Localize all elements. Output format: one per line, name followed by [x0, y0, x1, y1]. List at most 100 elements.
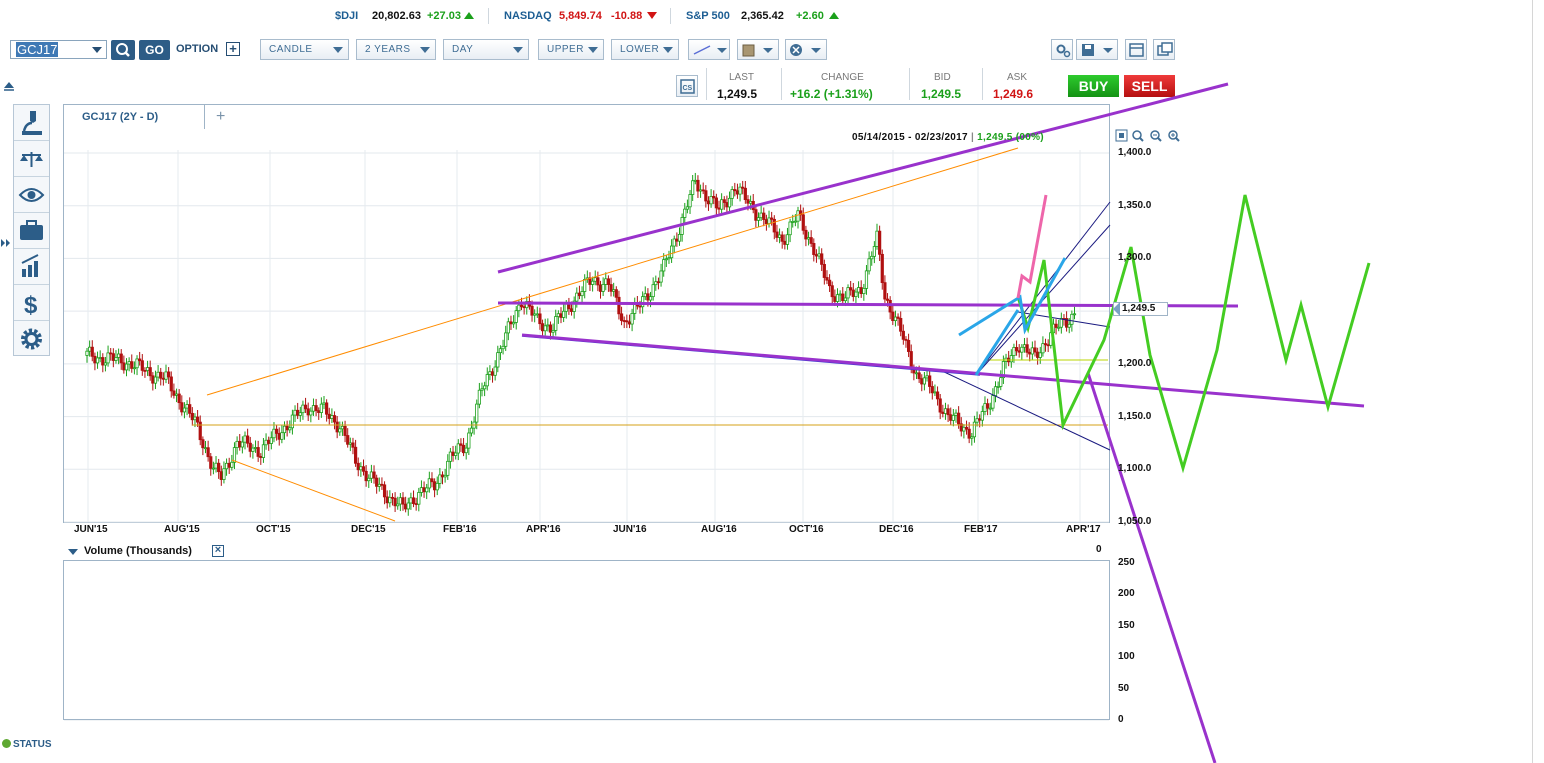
price-marker-arrow-icon [1113, 302, 1120, 316]
candle-body [388, 496, 392, 504]
candle-body [735, 190, 740, 195]
candle-body [380, 483, 384, 486]
candle-body [672, 238, 676, 247]
candle-body [172, 390, 176, 396]
candle-body [759, 212, 763, 219]
candle-body [414, 503, 418, 505]
candle-body [93, 355, 97, 364]
candle-body [1017, 350, 1021, 353]
candle-body [662, 259, 666, 272]
candle-body [604, 278, 608, 285]
candle-body [996, 386, 1000, 388]
candle-body [701, 189, 705, 192]
candle-body [870, 255, 874, 260]
candle-body [393, 497, 397, 507]
volume-panel[interactable] [63, 560, 1110, 720]
candle-body [367, 477, 371, 482]
tab-chart-gcj17[interactable]: GCJ17 (2Y - D) [63, 104, 205, 129]
candle-body [88, 346, 92, 352]
candle-body [409, 497, 413, 504]
candle-body [770, 217, 774, 220]
candle-body [288, 427, 292, 431]
candle-body [638, 305, 642, 308]
candle-body [964, 426, 969, 430]
price-tick-label: 1,400.0 [1118, 147, 1152, 158]
candle-body [648, 296, 653, 301]
candle-body [159, 371, 163, 379]
candle-body [145, 367, 150, 371]
candle-body [801, 214, 805, 231]
candle-body [219, 471, 223, 480]
candle-body [796, 210, 800, 222]
candle-body [1059, 318, 1063, 328]
candle-body [764, 219, 769, 225]
candle-body [440, 474, 445, 478]
candle-body [122, 362, 126, 371]
candle-body [630, 313, 634, 325]
candle-body [593, 277, 597, 282]
candle-body [385, 496, 389, 504]
candle-body [709, 195, 713, 205]
candle-body [612, 289, 616, 292]
candle-body [361, 466, 366, 472]
candle-body [872, 246, 876, 257]
candle-body [404, 503, 408, 510]
candle-body [311, 405, 316, 412]
candle-body [390, 496, 395, 499]
candle-body [206, 447, 210, 458]
candle-body [841, 293, 845, 302]
candle-body [443, 474, 447, 478]
candle-body [717, 207, 721, 210]
candle-body [967, 428, 971, 439]
candle-body [340, 425, 345, 430]
collapse-icon[interactable] [68, 549, 78, 555]
candle-body [772, 218, 776, 233]
candle-body [346, 435, 350, 445]
candle-body [227, 462, 231, 468]
candle-body [127, 361, 131, 365]
candle-body [899, 317, 903, 332]
candle-body [843, 297, 848, 302]
candle-body [883, 282, 887, 300]
volume-header: Volume (Thousands) [63, 543, 227, 560]
candle-body [456, 443, 460, 454]
close-volume-icon[interactable]: × [212, 545, 224, 557]
candle-body [914, 372, 919, 375]
candle-body [812, 243, 816, 255]
candle-body [791, 221, 795, 223]
volume-title: Volume (Thousands) [84, 545, 192, 557]
candle-body [741, 186, 745, 189]
time-tick-label: AUG'16 [701, 524, 737, 535]
candle-body [372, 471, 376, 479]
volume-tick-label: 200 [1118, 588, 1135, 600]
candle-body [117, 353, 121, 358]
date-range-text: 05/14/2015 - 02/23/2017 [852, 132, 968, 143]
candle-body [614, 289, 618, 298]
candle-body [359, 466, 363, 471]
price-tick-label: 1,300.0 [1118, 252, 1152, 264]
candle-body [190, 412, 194, 421]
candle-body [330, 415, 334, 419]
candle-body [451, 451, 455, 456]
candle-body [514, 310, 518, 323]
candle-body [627, 321, 632, 325]
candle-body [430, 478, 434, 483]
candle-body [1012, 347, 1016, 356]
candle-body [580, 291, 584, 297]
candle-body [777, 234, 782, 238]
time-tick-label: JUN'16 [613, 524, 647, 535]
candle-body [698, 189, 703, 192]
status-indicator[interactable]: STATUS [2, 739, 52, 750]
candle-body [214, 462, 218, 469]
status-dot-icon [2, 739, 11, 748]
candle-body [480, 388, 484, 391]
candle-body [193, 416, 197, 421]
candle-body [438, 474, 442, 484]
candle-body [986, 403, 990, 409]
candle-body [562, 310, 566, 318]
candle-body [954, 412, 958, 416]
candle-body [488, 371, 492, 375]
candle-body [756, 217, 761, 221]
last-price-marker: 1,249.5 [1113, 302, 1168, 316]
candle-body [980, 411, 984, 421]
